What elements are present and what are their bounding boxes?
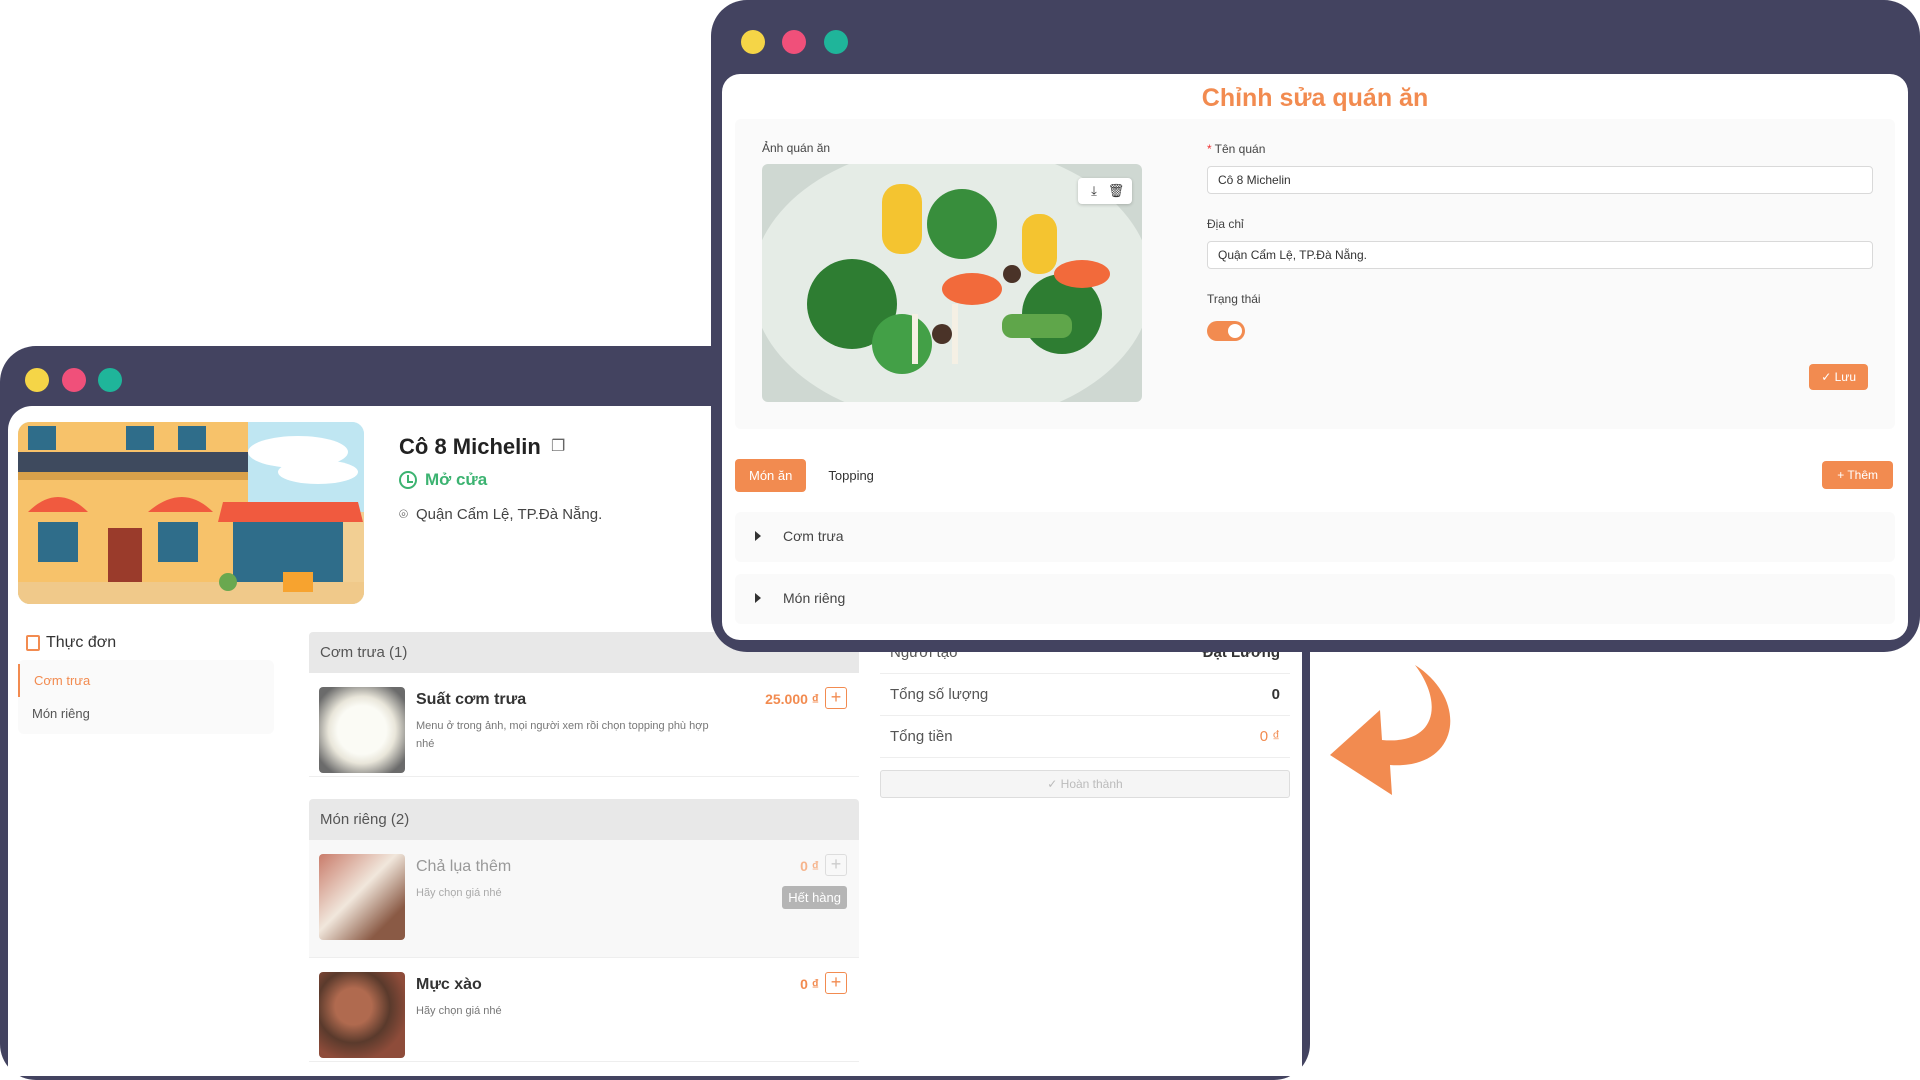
save-button[interactable]: ✓ Lưu	[1809, 364, 1868, 390]
dish-thumbnail	[319, 854, 405, 940]
address-label: Địa chỉ	[1207, 217, 1244, 231]
photo-label: Ảnh quán ăn	[762, 141, 831, 155]
shop-photo: ⤓ 🗑	[762, 164, 1142, 402]
total-label: Tổng tiền	[890, 728, 953, 745]
summary-row-quantity: Tổng số lượng 0	[880, 674, 1290, 716]
category-gap	[309, 777, 859, 799]
caret-right-icon	[755, 531, 761, 541]
dish-description: Hãy chọn giá nhé	[416, 887, 502, 899]
shop-banner-image	[18, 422, 364, 604]
dish-item[interactable]: Chả lụa thêm Hãy chọn giá nhé 0 ₫ + Hết …	[309, 840, 859, 958]
menu-title: Thực đơn	[26, 634, 274, 652]
menu-list: Cơm trưa Món riêng	[18, 660, 274, 734]
dish-price: 0 ₫	[800, 976, 819, 992]
shop-name: Cô 8 Michelin	[399, 434, 541, 459]
shop-address-input[interactable]: Quận Cẩm Lệ, TP.Đà Nẵng.	[1207, 241, 1873, 269]
window-dot-yellow[interactable]	[25, 368, 49, 392]
window-dot-green[interactable]	[824, 30, 848, 54]
required-mark: *	[1207, 142, 1212, 156]
shop-address-text: Quận Cẩm Lệ, TP.Đà Nẵng.	[416, 506, 603, 523]
category-header: Món riêng (2)	[309, 799, 859, 840]
add-dish-button[interactable]: +	[825, 687, 847, 709]
menu-icon	[26, 635, 40, 651]
quantity-label: Tổng số lượng	[890, 686, 989, 703]
menu-item-mon-rieng[interactable]: Món riêng	[18, 697, 274, 730]
menu-sidebar: Thực đơn Cơm trưa Món riêng	[18, 634, 274, 734]
add-dish-button[interactable]: +	[825, 854, 847, 876]
location-pin-icon: ⌾	[399, 506, 409, 523]
menu-item-com-trua[interactable]: Cơm trưa	[18, 664, 274, 697]
dish-price: 0 ₫	[800, 858, 819, 874]
shop-status: Mở cửa	[399, 470, 487, 490]
collapse-section-label: Món riêng	[783, 590, 846, 606]
trash-icon[interactable]: 🗑	[1106, 182, 1126, 200]
dish-name: Mực xào	[416, 976, 482, 993]
window-dot-pink[interactable]	[62, 368, 86, 392]
summary-row-total: Tổng tiền 0 ₫	[880, 716, 1290, 758]
edit-shop-content: Chỉnh sửa quán ăn Ảnh quán ăn ⤓ 🗑 * Tên …	[722, 74, 1908, 640]
photo-toolbar: ⤓ 🗑	[1078, 178, 1132, 204]
complete-button[interactable]: ✓ Hoàn thành	[880, 770, 1290, 798]
dish-thumbnail	[319, 972, 405, 1058]
dish-price: 25.000 ₫	[765, 691, 819, 707]
upload-icon[interactable]: ⤓	[1084, 182, 1104, 200]
collapse-section-mon-rieng[interactable]: Món riêng	[735, 574, 1895, 624]
edit-shop-window: Chỉnh sửa quán ăn Ảnh quán ăn ⤓ 🗑 * Tên …	[711, 0, 1920, 652]
shop-status-label: Mở cửa	[425, 470, 488, 489]
edit-tabs: Món ăn Topping	[735, 459, 888, 492]
collapse-section-com-trua[interactable]: Cơm trưa	[735, 512, 1895, 562]
copy-icon[interactable]: ❐	[551, 436, 565, 456]
status-label: Trạng thái	[1207, 292, 1261, 306]
tab-topping[interactable]: Topping	[814, 459, 888, 492]
shop-address: ⌾ Quận Cẩm Lệ, TP.Đà Nẵng.	[399, 506, 602, 523]
plus-icon: +	[830, 854, 842, 874]
dish-thumbnail	[319, 687, 405, 773]
dish-name: Suất cơm trưa	[416, 691, 527, 708]
status-toggle[interactable]	[1207, 321, 1245, 341]
name-label: * Tên quán	[1207, 142, 1265, 156]
window-dot-green[interactable]	[98, 368, 122, 392]
dish-description: Menu ở trong ảnh, mọi người xem rồi chọn…	[416, 720, 709, 750]
quantity-value: 0	[1271, 686, 1280, 703]
plus-icon: +	[830, 687, 842, 707]
curved-arrow-icon	[1320, 660, 1470, 805]
dish-item[interactable]: Mực xào Hãy chọn giá nhé 0 ₫ +	[309, 958, 859, 1062]
tab-mon-an[interactable]: Món ăn	[735, 459, 807, 492]
edit-title: Chỉnh sửa quán ăn	[1201, 84, 1429, 112]
clock-icon	[399, 471, 417, 489]
menu-title-label: Thực đơn	[46, 634, 117, 651]
order-summary: Người tạo Đạt Lương Tổng số lượng 0 Tổng…	[880, 632, 1290, 798]
shop-name-input[interactable]: Cô 8 Michelin	[1207, 166, 1873, 194]
collapse-section-label: Cơm trưa	[783, 528, 844, 544]
out-of-stock-badge: Hết hàng	[782, 886, 847, 909]
plus-icon: +	[830, 972, 842, 992]
dish-description: Hãy chọn giá nhé	[416, 1005, 502, 1017]
dish-list: Cơm trưa (1) Suất cơm trưa Menu ở trong …	[309, 632, 859, 1062]
total-value: 0 ₫	[1259, 728, 1280, 745]
window-dot-pink[interactable]	[782, 30, 806, 54]
name-label-text: Tên quán	[1214, 142, 1266, 156]
add-dish-button[interactable]: +	[825, 972, 847, 994]
window-dot-yellow[interactable]	[741, 30, 765, 54]
dish-item[interactable]: Suất cơm trưa Menu ở trong ảnh, mọi ngườ…	[309, 673, 859, 777]
caret-right-icon	[755, 593, 761, 603]
dish-name: Chả lụa thêm	[416, 858, 512, 875]
add-button[interactable]: + Thêm	[1822, 461, 1893, 489]
